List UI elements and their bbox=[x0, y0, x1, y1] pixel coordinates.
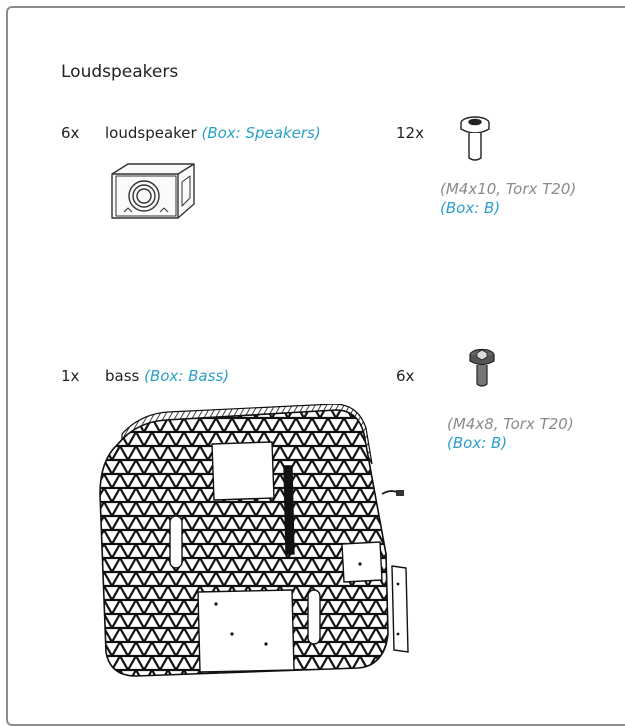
bass-unit-illustration bbox=[99, 404, 409, 677]
loudspeaker-box-label: (Box: Speakers) bbox=[201, 124, 321, 142]
screw-m4x8-quantity: 6x bbox=[396, 367, 415, 385]
loudspeaker-label: loudspeaker (Box: Speakers) bbox=[105, 124, 321, 142]
screw-m4x8-size: (M4x8, Torx T20) bbox=[447, 415, 574, 433]
bass-name: bass bbox=[105, 367, 140, 385]
screw-m4x10-quantity: 12x bbox=[396, 124, 424, 142]
screw-m4x10-illustration bbox=[460, 116, 490, 161]
section-title: Loudspeakers bbox=[61, 62, 179, 82]
loudspeaker-illustration bbox=[111, 163, 195, 219]
screw-m4x8-box-label: (Box: B) bbox=[447, 434, 508, 452]
loudspeaker-name: loudspeaker bbox=[105, 124, 197, 142]
screw-m4x10-box-label: (Box: B) bbox=[440, 199, 501, 217]
screw-m4x8-spec: (M4x8, Torx T20) (Box: B) bbox=[447, 415, 574, 453]
bass-quantity: 1x bbox=[61, 367, 80, 385]
bass-label: bass (Box: Bass) bbox=[105, 367, 229, 385]
screw-m4x10-spec: (M4x10, Torx T20) (Box: B) bbox=[440, 180, 576, 218]
loudspeaker-quantity: 6x bbox=[61, 124, 80, 142]
bass-box-label: (Box: Bass) bbox=[144, 367, 230, 385]
screw-m4x8-illustration bbox=[469, 348, 495, 387]
screw-m4x10-size: (M4x10, Torx T20) bbox=[440, 180, 577, 198]
